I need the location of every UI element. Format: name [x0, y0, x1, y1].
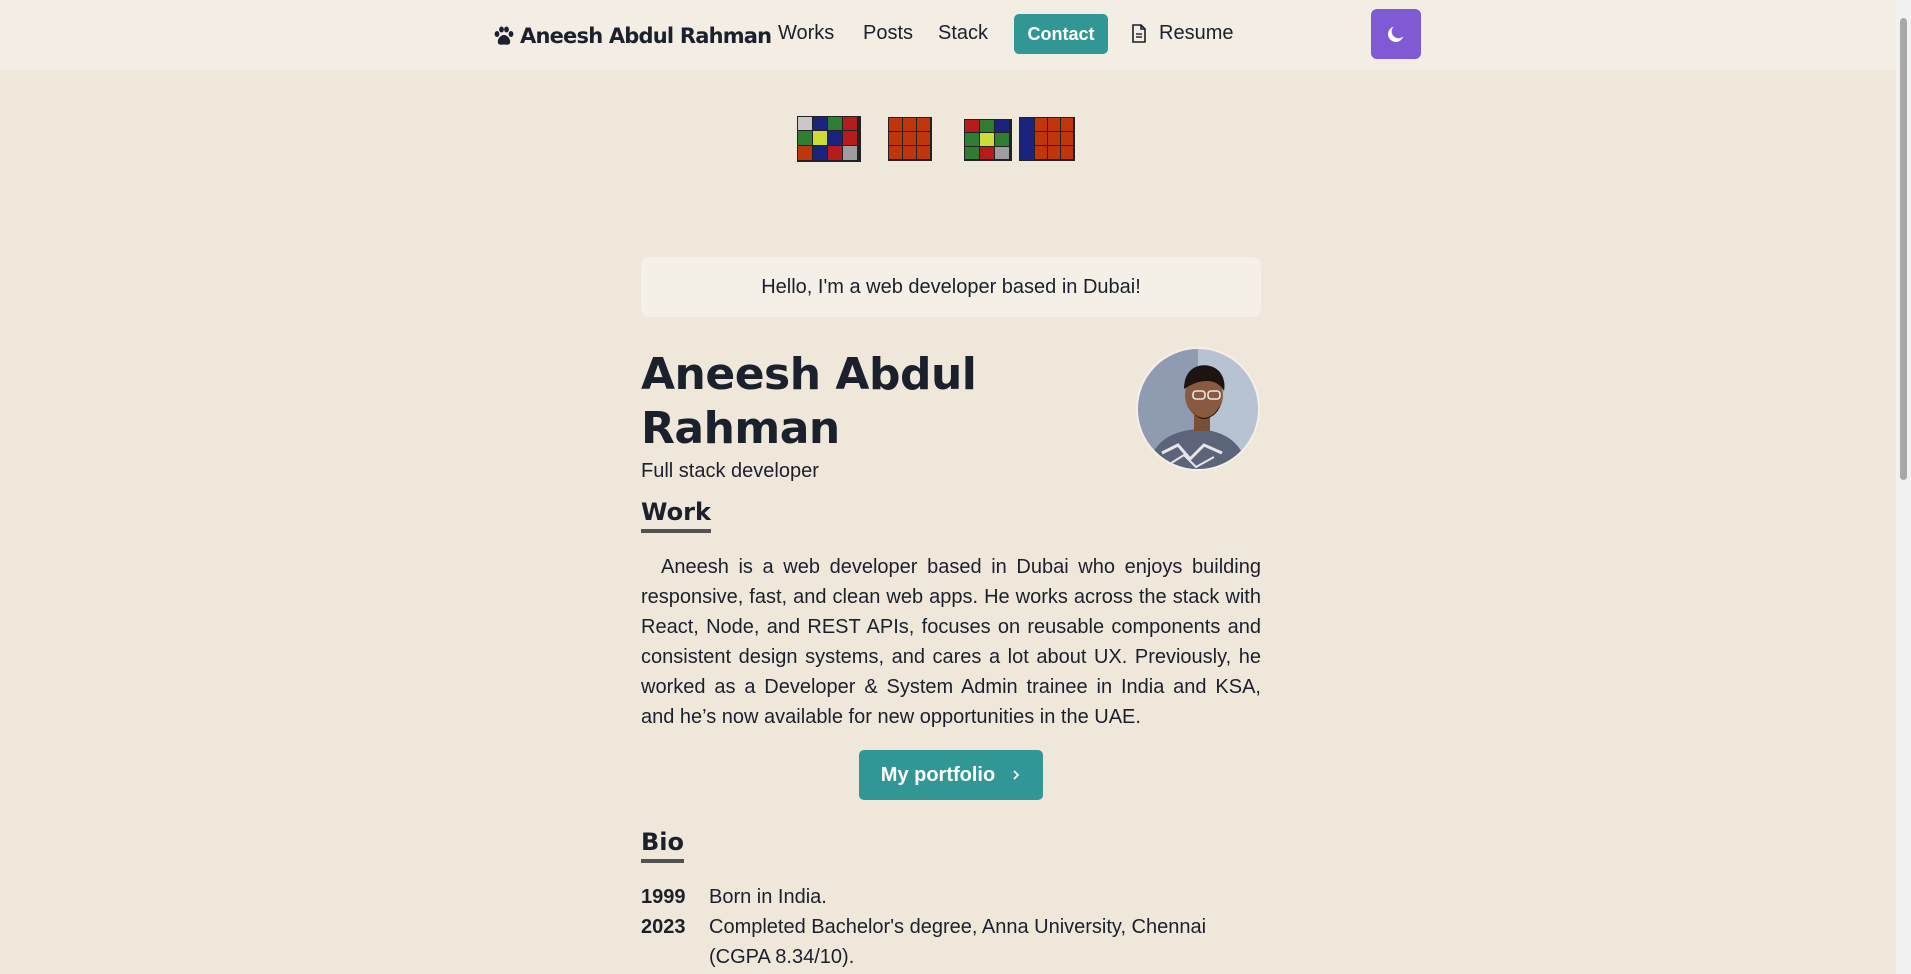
bio-entry: 2023 Completed Bachelor's degree, Anna U…: [641, 912, 1261, 972]
navbar: Aneesh Abdul Rahman Works Posts Stack Co…: [0, 0, 1896, 70]
cube-multicolor-2: [964, 119, 1012, 161]
bio-year: 1999: [641, 886, 686, 908]
chevron-right-icon: [1013, 770, 1020, 780]
bio-text: Completed Bachelor's degree, Anna Univer…: [709, 916, 1207, 968]
nav-works-link[interactable]: Works: [778, 22, 834, 45]
nav-stack-link[interactable]: Stack: [938, 22, 988, 45]
bio-entry: 1999 Born in India.: [641, 882, 1261, 912]
paw-icon: [494, 26, 514, 45]
nav-posts-link[interactable]: Posts: [863, 22, 913, 45]
bio-year: 2023: [641, 916, 686, 938]
bio-heading: Bio: [641, 827, 685, 863]
document-icon: [1132, 24, 1146, 43]
resume-link[interactable]: Resume: [1131, 22, 1233, 45]
contact-button[interactable]: Contact: [1014, 14, 1108, 54]
logo-link[interactable]: Aneesh Abdul Rahman: [492, 20, 772, 52]
job-title: Full stack developer: [641, 460, 819, 482]
theme-toggle-button[interactable]: [1371, 9, 1421, 59]
cube-multicolor-1: [797, 116, 861, 162]
avatar: [1136, 347, 1260, 471]
greeting-banner: Hello, I'm a web developer based in Duba…: [641, 257, 1261, 317]
portfolio-button[interactable]: My portfolio: [859, 750, 1043, 800]
cube-orange: [888, 117, 932, 161]
page-title: Aneesh Abdul Rahman: [641, 349, 977, 454]
work-heading: Work: [641, 497, 711, 533]
resume-label: Resume: [1159, 22, 1234, 44]
rubiks-cube-illustration: [797, 116, 1075, 162]
bio-text: Born in India.: [709, 886, 827, 908]
moon-icon: [1388, 26, 1404, 42]
scrollbar-thumb[interactable]: [1900, 18, 1907, 480]
portfolio-button-label: My portfolio: [880, 763, 996, 786]
cube-navy-orange: [1019, 117, 1075, 161]
work-description: Aneesh is a web developer based in Dubai…: [641, 556, 1261, 728]
logo-text: Aneesh Abdul Rahman: [520, 24, 772, 48]
page-scrollbar[interactable]: [1896, 0, 1911, 974]
profile-photo: [1138, 349, 1258, 469]
